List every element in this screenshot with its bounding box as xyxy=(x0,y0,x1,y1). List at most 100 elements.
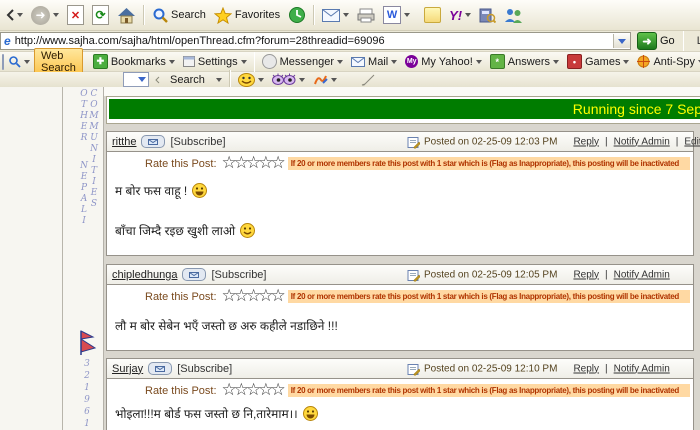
yahoo-search-mag-button[interactable] xyxy=(8,55,30,68)
settings-button[interactable]: Settings xyxy=(183,56,247,68)
bookmark-add-icon: ✚ xyxy=(93,54,108,69)
toolbar-grip-icon[interactable] xyxy=(153,75,162,85)
visitor-counter: 3219619 xyxy=(82,359,92,430)
go-button-label: Go xyxy=(660,35,675,47)
yahoo-services-button[interactable]: Y! xyxy=(449,8,471,23)
notify-admin-link[interactable]: Notify Admin xyxy=(614,269,670,280)
nepal-flag-icon xyxy=(79,330,97,356)
author-link[interactable]: Surjay xyxy=(112,363,143,375)
address-dropdown-button[interactable] xyxy=(613,34,630,48)
author-link[interactable]: ritthe xyxy=(112,136,136,148)
sidebar-divider xyxy=(62,87,63,430)
author-link[interactable]: chipledhunga xyxy=(112,269,177,281)
notes-button[interactable] xyxy=(424,7,441,23)
print-button[interactable] xyxy=(357,8,375,23)
edit-link[interactable]: Edit xyxy=(684,136,700,147)
address-url[interactable]: http://www.sajha.com/sajha/html/openThre… xyxy=(15,35,385,47)
subscribe-link[interactable]: [Subscribe] xyxy=(177,363,232,375)
games-die-icon: • xyxy=(567,54,582,69)
dropdown-caret-icon[interactable] xyxy=(623,60,629,64)
messenger-menu-button[interactable]: Messenger xyxy=(262,54,343,69)
forward-button[interactable]: ➜ xyxy=(31,6,59,25)
reply-link[interactable]: Reply xyxy=(573,363,599,374)
address-input[interactable]: e http://www.sajha.com/sajha/html/openTh… xyxy=(0,32,631,50)
messenger-label: Messenger xyxy=(280,56,334,68)
toolbar-separator xyxy=(683,31,684,51)
private-message-button[interactable] xyxy=(148,362,172,375)
star-rating[interactable]: ☆☆☆☆☆ xyxy=(222,383,283,396)
dropdown-caret-icon[interactable] xyxy=(553,60,559,64)
subscribe-link[interactable]: [Subscribe] xyxy=(211,269,266,281)
dropdown-caret-icon[interactable] xyxy=(331,78,337,82)
post-text: भोइला!!!म बोर्ड फस जस्तो छ नि,तारेमाम।। xyxy=(115,405,298,422)
stop-button[interactable]: ✕ xyxy=(67,5,84,25)
favorites-button[interactable]: Favorites xyxy=(214,7,280,24)
dropdown-caret-icon[interactable] xyxy=(169,60,175,64)
dropdown-caret-icon[interactable] xyxy=(299,78,305,82)
bookmarks-button[interactable]: ✚ Bookmarks xyxy=(93,54,175,69)
notify-admin-link[interactable]: Notify Admin xyxy=(614,363,670,374)
my-yahoo-button[interactable]: My My Yahoo! xyxy=(405,55,482,68)
envelope-icon xyxy=(148,139,158,145)
main-top-strip xyxy=(104,87,700,96)
dropdown-caret-icon[interactable] xyxy=(404,13,410,17)
dropdown-caret-icon[interactable] xyxy=(258,78,264,82)
rate-row: Rate this Post: ☆☆☆☆☆ If 20 or more memb… xyxy=(145,290,690,303)
dropdown-caret-icon[interactable] xyxy=(343,13,349,17)
dropdown-caret-icon[interactable] xyxy=(17,13,23,17)
search-button[interactable]: Search xyxy=(152,7,206,23)
post-meta: Posted on 02-25-09 12:10 PM Reply | Noti… xyxy=(407,362,670,375)
go-arrow-icon: ➜ xyxy=(637,32,657,50)
games-label: Games xyxy=(585,56,620,68)
dropdown-caret-icon[interactable] xyxy=(391,60,397,64)
dropdown-caret-icon[interactable] xyxy=(216,78,222,82)
private-message-button[interactable] xyxy=(182,268,206,281)
anti-spy-button[interactable]: Anti-Spy xyxy=(637,55,700,68)
games-button[interactable]: • Games xyxy=(567,54,629,69)
answers-label: Answers xyxy=(508,56,550,68)
audibles-button[interactable] xyxy=(272,73,305,86)
star-rating[interactable]: ☆☆☆☆☆ xyxy=(222,156,283,169)
secondary-search-label: Search xyxy=(170,74,205,86)
secondary-dropdown[interactable] xyxy=(123,72,149,87)
star-rating[interactable]: ☆☆☆☆☆ xyxy=(222,289,283,302)
answers-icon: * xyxy=(490,54,505,69)
dropdown-caret-icon[interactable] xyxy=(241,60,247,64)
reply-link[interactable]: Reply xyxy=(573,136,599,147)
pencil-button[interactable] xyxy=(361,74,375,86)
dropdown-caret-icon[interactable] xyxy=(24,60,30,64)
emoticons-button[interactable] xyxy=(238,73,264,87)
subscribe-link[interactable]: [Subscribe] xyxy=(170,136,225,148)
mail-button[interactable] xyxy=(322,9,349,22)
home-button[interactable] xyxy=(117,7,136,24)
dropdown-caret-icon[interactable] xyxy=(476,60,482,64)
notify-admin-link[interactable]: Notify Admin xyxy=(614,136,670,147)
yahoo-search-input[interactable] xyxy=(2,54,4,70)
rate-label: Rate this Post: xyxy=(145,158,217,170)
go-button[interactable]: ➜ Go xyxy=(637,32,675,50)
messenger-button[interactable] xyxy=(504,8,523,23)
address-bar: e http://www.sajha.com/sajha/html/openTh… xyxy=(0,31,700,52)
forum-post: Surjay [Subscribe] Posted on 02-25-09 12… xyxy=(106,358,694,430)
doodle-button[interactable] xyxy=(313,73,337,86)
refresh-button[interactable]: ⟳ xyxy=(92,5,109,25)
posted-timestamp: Posted on 02-25-09 12:10 PM xyxy=(424,363,557,374)
dropdown-caret-icon[interactable] xyxy=(53,13,59,17)
private-message-button[interactable] xyxy=(141,135,165,148)
history-button[interactable] xyxy=(288,6,306,24)
edit-with-word-button[interactable]: W xyxy=(383,6,410,24)
mail-menu-button[interactable]: Mail xyxy=(351,56,397,68)
dropdown-caret-icon[interactable] xyxy=(465,13,471,17)
answers-button[interactable]: * Answers xyxy=(490,54,559,69)
reply-link[interactable]: Reply xyxy=(573,269,599,280)
toolbar-separator xyxy=(143,5,145,25)
secondary-search-button[interactable]: Search xyxy=(170,74,222,86)
posted-timestamp: Posted on 02-25-09 12:05 PM xyxy=(424,269,557,280)
mail-icon xyxy=(322,9,340,22)
home-icon xyxy=(117,7,136,24)
dropdown-caret-icon[interactable] xyxy=(337,60,343,64)
back-button[interactable] xyxy=(6,9,23,21)
media-button[interactable] xyxy=(479,7,496,23)
link-separator: | xyxy=(605,363,608,374)
my-yahoo-icon: My xyxy=(405,55,418,68)
